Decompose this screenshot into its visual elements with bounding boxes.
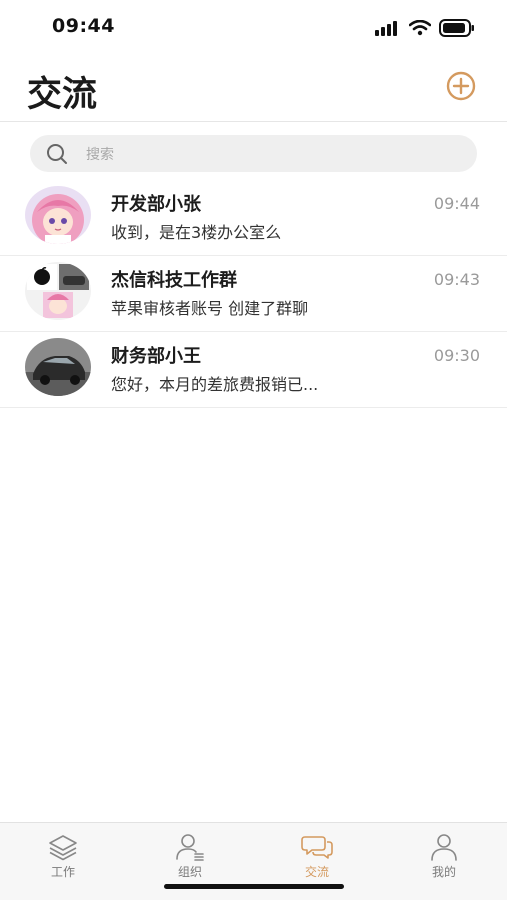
conversation-preview: 您好，本月的差旅费报销已...	[111, 375, 319, 394]
battery-icon	[439, 19, 474, 37]
add-button[interactable]	[445, 70, 477, 102]
conversation-time: 09:44	[433, 194, 480, 213]
car-photo-avatar-icon	[25, 338, 91, 396]
search-icon	[47, 144, 67, 164]
conversation-item[interactable]: 开发部小张 收到，是在3楼办公室么 09:44	[0, 180, 507, 256]
conversation-time: 09:30	[433, 346, 480, 365]
header: 交流	[0, 56, 507, 122]
status-time: 09:44	[52, 15, 115, 37]
conversation-item[interactable]: 杰信科技工作群 苹果审核者账号 创建了群聊 09:43	[0, 256, 507, 332]
group-collage-avatar-icon	[25, 262, 91, 320]
layers-icon	[49, 835, 77, 861]
contacts-icon	[176, 834, 204, 861]
status-icons	[375, 18, 475, 38]
search-input[interactable]: 搜索	[30, 135, 477, 172]
conversation-preview: 苹果审核者账号 创建了群聊	[111, 299, 309, 318]
tab-organization[interactable]: 组织	[127, 823, 253, 883]
wifi-icon	[409, 20, 431, 36]
tab-profile[interactable]: 我的	[381, 823, 507, 883]
anime-girl-avatar-icon	[25, 186, 91, 244]
conversation-preview: 收到，是在3楼办公室么	[111, 223, 282, 242]
tab-label: 我的	[431, 865, 456, 879]
conversation-list: 开发部小张 收到，是在3楼办公室么 09:44 杰信科技工作群 苹果审核者账号 …	[0, 180, 507, 408]
tab-label: 交流	[304, 865, 329, 879]
search-placeholder: 搜索	[86, 147, 114, 163]
page-title: 交流	[27, 75, 98, 115]
conversation-time: 09:43	[433, 270, 480, 289]
person-icon	[431, 834, 457, 861]
plus-circle-icon	[446, 71, 476, 101]
tab-chat[interactable]: 交流	[254, 823, 380, 883]
tab-label: 工作	[50, 865, 75, 879]
status-bar: 09:44	[0, 0, 507, 56]
conversation-name: 开发部小张	[111, 194, 201, 215]
avatar	[25, 186, 91, 244]
tab-work[interactable]: 工作	[0, 823, 126, 883]
signal-icon	[375, 21, 397, 36]
avatar	[25, 338, 91, 396]
conversation-item[interactable]: 财务部小王 您好，本月的差旅费报销已... 09:30	[0, 332, 507, 408]
conversation-name: 财务部小王	[111, 346, 201, 367]
conversation-name: 杰信科技工作群	[111, 270, 237, 291]
chat-bubbles-icon	[301, 836, 333, 859]
tab-label: 组织	[177, 865, 202, 879]
avatar	[25, 262, 91, 320]
home-indicator[interactable]	[164, 884, 344, 889]
